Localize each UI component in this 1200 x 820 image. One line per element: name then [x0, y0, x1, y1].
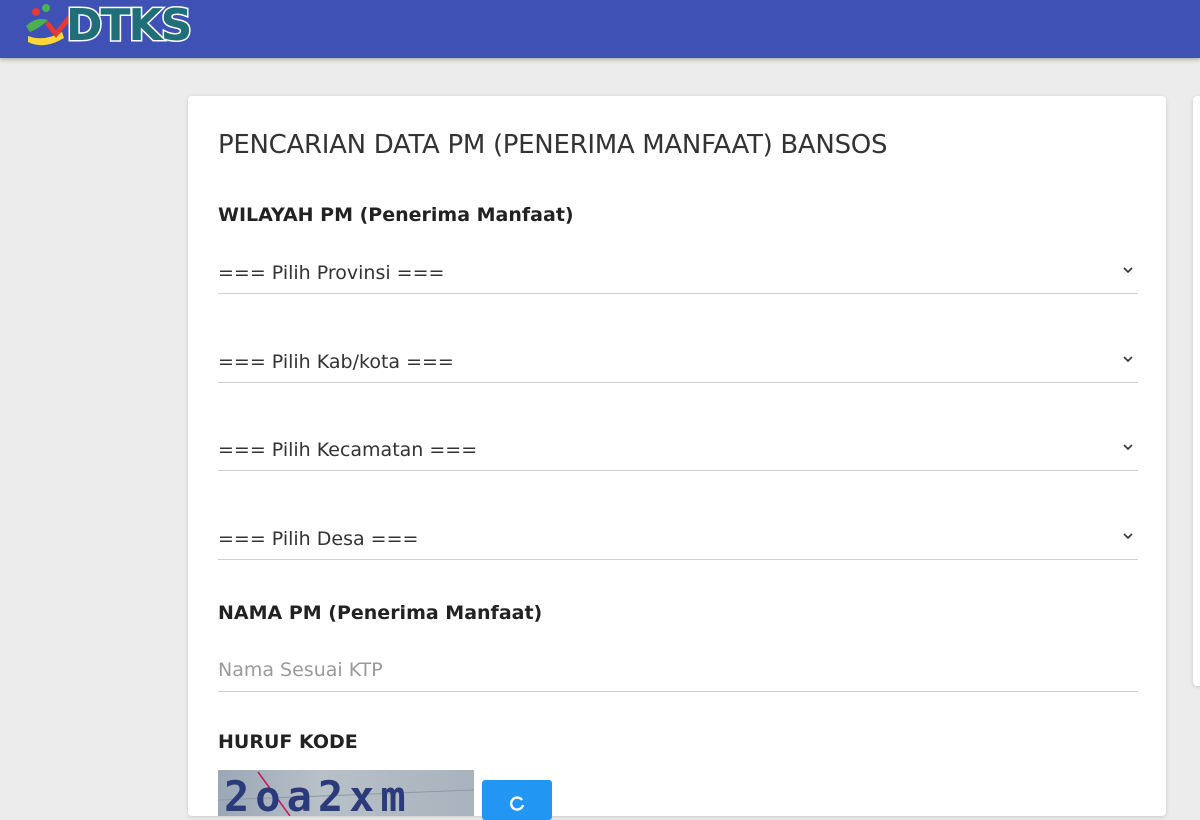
desa-select-value: === Pilih Desa === [218, 528, 419, 550]
kecamatan-select[interactable]: === Pilih Kecamatan === [218, 427, 1138, 471]
wilayah-label: WILAYAH PM (Penerima Manfaat) [218, 204, 574, 226]
chevron-down-icon [1123, 356, 1133, 363]
side-panel [1193, 96, 1200, 686]
search-form-card: PENCARIAN DATA PM (PENERIMA MANFAAT) BAN… [188, 96, 1166, 820]
desa-select[interactable]: === Pilih Desa === [218, 516, 1138, 560]
provinsi-select-value: === Pilih Provinsi === [218, 262, 445, 284]
kabkota-select[interactable]: === Pilih Kab/kota === [218, 339, 1138, 383]
dtks-logo[interactable]: DTKS [22, 0, 212, 52]
page-title: PENCARIAN DATA PM (PENERIMA MANFAAT) BAN… [218, 130, 888, 160]
chevron-down-icon [1123, 267, 1133, 274]
captcha-text: 2oa2xm [224, 772, 412, 816]
provinsi-select[interactable]: === Pilih Provinsi === [218, 250, 1138, 294]
refresh-icon [510, 796, 525, 811]
chevron-down-icon [1123, 533, 1133, 540]
nama-input[interactable] [218, 648, 1138, 692]
captcha-image: 2oa2xm [218, 770, 474, 816]
kabkota-select-value: === Pilih Kab/kota === [218, 351, 454, 373]
refresh-captcha-button[interactable] [482, 780, 552, 820]
kode-label: HURUF KODE [218, 731, 358, 753]
logo-text: DTKS [64, 0, 193, 51]
top-navbar: DTKS [0, 0, 1200, 58]
nama-label: NAMA PM (Penerima Manfaat) [218, 602, 543, 624]
chevron-down-icon [1123, 444, 1133, 451]
kecamatan-select-value: === Pilih Kecamatan === [218, 439, 478, 461]
